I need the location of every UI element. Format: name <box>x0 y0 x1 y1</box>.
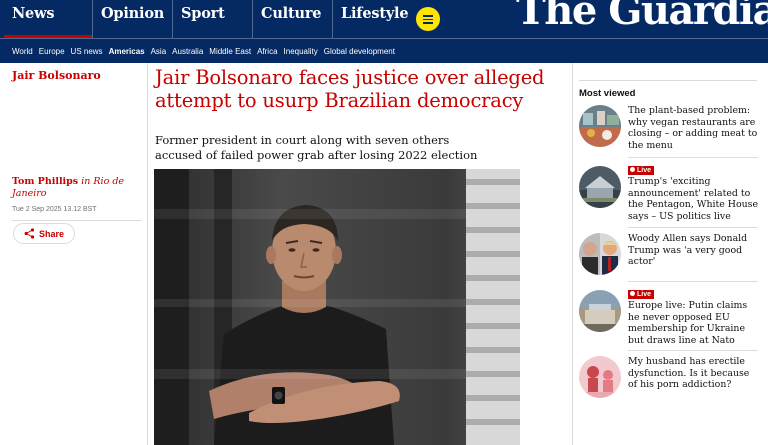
subnav-world[interactable]: World <box>12 47 33 56</box>
article-main-image <box>154 169 520 445</box>
pillar-opinion[interactable]: Opinion <box>92 0 172 38</box>
hamburger-icon <box>423 15 433 17</box>
subnav-global-development[interactable]: Global development <box>324 47 395 56</box>
bolsonaro-photo <box>154 169 520 445</box>
subnav-inequality[interactable]: Inequality <box>284 47 318 56</box>
dateline: Tue 2 Sep 2025 13.12 BST <box>12 206 97 213</box>
most-viewed-headline: The plant-based problem: why vegan resta… <box>628 105 758 151</box>
article-meta: Jair Bolsonaro Tom Phillips in Rio de Ja… <box>0 63 148 445</box>
most-viewed-headline: My husband has erectile dysfunction. Is … <box>628 356 750 390</box>
most-viewed-item[interactable]: Live Europe live: Putin claims he never … <box>579 288 757 346</box>
thumbnail <box>579 166 621 208</box>
pillar-sport[interactable]: Sport <box>172 0 252 38</box>
divider <box>579 80 757 81</box>
guardian-logo[interactable]: The Guardian <box>516 0 768 34</box>
subnav-middle-east[interactable]: Middle East <box>209 47 251 56</box>
subnav-australia[interactable]: Australia <box>172 47 203 56</box>
subnav-europe[interactable]: Europe <box>39 47 65 56</box>
byline: Tom Phillips in Rio de Janeiro <box>12 176 125 199</box>
article-headline: Jair Bolsonaro faces justice over allege… <box>155 66 545 112</box>
subnav-us-news[interactable]: US news <box>71 47 103 56</box>
divider <box>628 227 758 228</box>
thumbnail <box>579 105 621 147</box>
most-viewed-heading: Most viewed <box>579 88 636 99</box>
most-viewed-headline: Europe live: Putin claims he never oppos… <box>628 300 748 346</box>
series-link[interactable]: Jair Bolsonaro <box>12 69 101 82</box>
most-viewed-item[interactable]: Woody Allen says Donald Trump was 'a ver… <box>579 233 757 279</box>
masthead: News Opinion Sport Culture Lifestyle The… <box>0 0 768 38</box>
share-button[interactable]: Share <box>13 223 75 244</box>
most-viewed-item[interactable]: Live Trump's 'exciting announcement' rel… <box>579 164 758 222</box>
pillar-culture[interactable]: Culture <box>252 0 332 38</box>
divider <box>12 220 142 221</box>
menu-button[interactable] <box>416 7 440 31</box>
live-badge: Live <box>628 290 655 299</box>
most-viewed-headline: Woody Allen says Donald Trump was 'a ver… <box>628 233 748 267</box>
section-subnav: World Europe US news Americas Asia Austr… <box>0 38 768 63</box>
subnav-africa[interactable]: Africa <box>257 47 277 56</box>
author-link[interactable]: Tom Phillips <box>12 176 78 187</box>
pillar-news[interactable]: News <box>4 0 92 38</box>
thumbnail <box>579 233 621 275</box>
thumbnail <box>579 356 621 398</box>
live-dot-icon <box>630 291 635 296</box>
thumbnail <box>579 290 621 332</box>
live-dot-icon <box>630 167 635 172</box>
article-standfirst: Former president in court along with sev… <box>155 133 478 162</box>
most-viewed-item[interactable]: My husband has erectile dysfunction. Is … <box>579 356 757 402</box>
subnav-asia[interactable]: Asia <box>151 47 167 56</box>
subnav-americas[interactable]: Americas <box>109 47 145 56</box>
pillar-lifestyle[interactable]: Lifestyle <box>332 0 412 38</box>
divider <box>628 281 758 282</box>
most-viewed-item[interactable]: The plant-based problem: why vegan resta… <box>579 105 757 151</box>
share-icon <box>24 228 35 239</box>
live-badge: Live <box>628 166 655 175</box>
most-viewed-headline: Trump's 'exciting announcement' related … <box>628 176 758 222</box>
divider <box>628 157 758 158</box>
most-viewed-sidebar: Most viewed The plant-based problem: why… <box>572 63 768 445</box>
divider <box>628 350 758 351</box>
